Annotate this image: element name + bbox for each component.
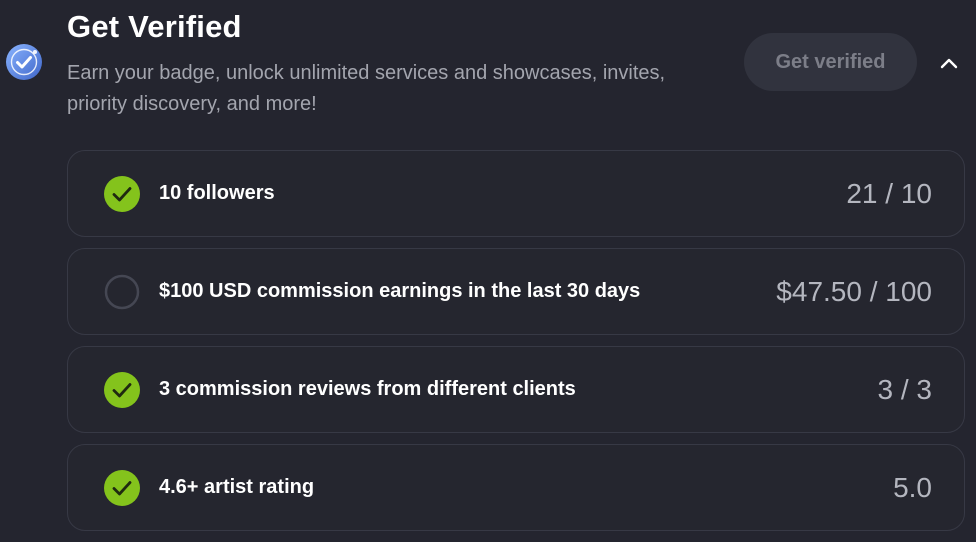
verification-panel: Get Verified Earn your badge, unlock unl… — [0, 0, 976, 542]
get-verified-button[interactable]: Get verified — [744, 33, 917, 91]
requirement-progress: 5.0 — [893, 472, 932, 503]
requirement-progress: 3 / 3 — [877, 374, 932, 405]
requirement-label: 10 followers — [159, 182, 275, 204]
requirement-item: 4.6+ artist rating 5.0 — [67, 444, 965, 531]
requirement-item: 3 commission reviews from different clie… — [67, 346, 965, 433]
requirement-item: 10 followers 21 / 10 — [67, 150, 965, 237]
empty-circle-icon — [104, 274, 140, 310]
check-circle-icon — [104, 176, 140, 212]
requirements-list: 10 followers 21 / 10 $100 USD commission e… — [67, 150, 965, 542]
requirement-label: 4.6+ artist rating — [159, 476, 315, 498]
requirement-item: $100 USD commission earnings in the last… — [67, 248, 965, 335]
requirement-progress: 21 / 10 — [846, 178, 932, 209]
check-circle-icon — [104, 372, 140, 408]
verified-badge-icon — [5, 43, 43, 81]
requirement-label: $100 USD commission earnings in the last… — [159, 280, 641, 302]
requirement-label: 3 commission reviews from different clie… — [159, 378, 576, 400]
page-title: Get Verified — [67, 9, 242, 44]
page-subtitle: Earn your badge, unlock unlimited servic… — [67, 62, 666, 115]
chevron-up-icon — [940, 58, 958, 69]
requirement-progress: $47.50 / 100 — [776, 276, 932, 307]
check-circle-icon — [104, 470, 140, 506]
collapse-button[interactable] — [932, 48, 966, 78]
